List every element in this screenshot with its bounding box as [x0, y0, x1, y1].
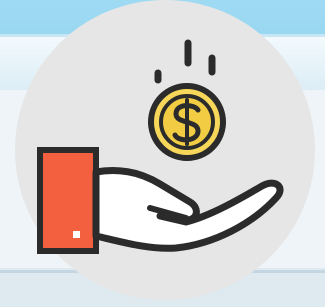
sleeve-cuff-icon — [37, 147, 99, 254]
illustration-scene — [0, 0, 325, 307]
hand-receiving-coin-illustration — [0, 0, 325, 307]
dollar-coin-icon — [148, 83, 226, 161]
